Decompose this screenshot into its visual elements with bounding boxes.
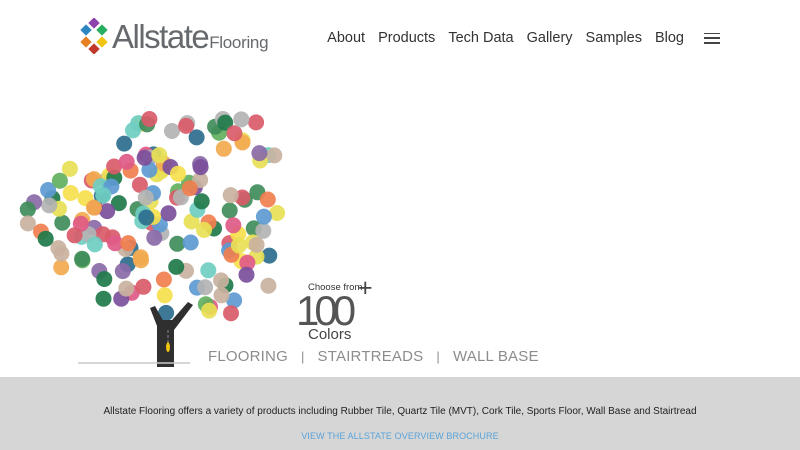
nav-about[interactable]: About [327,30,365,46]
canopy-dot [66,227,83,244]
canopy-dot [178,117,195,134]
canopy-dot [136,149,153,166]
canopy-dot [201,302,218,319]
canopy-dot [197,279,214,296]
canopy-dot [116,135,133,152]
canopy-dot [181,180,198,197]
canopy-dot [50,240,67,257]
canopy-dot [132,249,149,266]
canopy-dot [141,111,158,127]
canopy-dot [138,209,155,226]
colors-callout: Choose from 100 + Colors [296,276,387,352]
nav-samples[interactable]: Samples [586,30,642,46]
canopy-dot [137,189,154,206]
category-separator: | [436,349,440,364]
canopy-dot [51,172,68,189]
product-categories: FLOORING | STAIRTREADS | WALL BASE [208,348,539,365]
canopy-dot [62,185,79,201]
canopy-dot [200,262,217,279]
canopy-dot [248,236,265,253]
logo-sub-text: Flooring [209,33,269,52]
canopy-dot [74,250,91,267]
logo-wordmark: AllstateFlooring [112,18,269,56]
canopy-dot [160,205,177,222]
canopy-dot [41,197,58,214]
tree-canopy [19,111,286,322]
nav-tech-data[interactable]: Tech Data [448,30,513,46]
canopy-dot [223,305,239,322]
canopy-dot [182,234,199,251]
callout-colors-text: Colors [308,326,352,343]
canopy-dot [37,230,54,247]
canopy-dot [221,202,238,219]
category-flooring[interactable]: FLOORING [208,348,288,365]
canopy-dot [118,153,135,170]
canopy-dot [213,287,230,304]
canopy-dot [170,165,186,182]
canopy-dot [196,221,212,238]
canopy-dot [114,263,131,280]
canopy-dot [118,280,135,297]
hero-banner: Choose from 100 + Colors FLOORING | STAI… [0,80,800,376]
canopy-dot [222,187,239,204]
canopy-dot [95,290,112,307]
canopy-dot [135,278,152,295]
intro-band: Allstate Flooring offers a variety of pr… [0,377,800,450]
canopy-dot [156,287,173,304]
canopy-dot [168,258,185,275]
brochure-link[interactable]: VIEW THE ALLSTATE OVERVIEW BROCHURE [0,431,800,441]
canopy-dot [225,217,242,234]
canopy-dot [233,111,250,128]
hamburger-icon[interactable] [704,32,720,44]
canopy-dot [53,259,70,276]
category-separator: | [300,349,305,364]
canopy-dot [255,208,272,225]
logo-brand-text: Allstate [112,18,210,55]
main-nav: About Products Tech Data Gallery Samples… [314,30,720,46]
canopy-dot [238,266,255,283]
canopy-dot [213,272,230,289]
canopy-dot [54,214,71,231]
canopy-dot [86,236,103,253]
canopy-dot [215,140,232,157]
intro-text: Allstate Flooring offers a variety of pr… [103,406,697,417]
canopy-dot [260,277,277,294]
canopy-dot [193,193,210,210]
canopy-dot [259,191,276,208]
nav-gallery[interactable]: Gallery [527,30,573,46]
canopy-dot [146,229,163,246]
canopy-dot [169,235,186,252]
canopy-dot [96,271,113,287]
callout-plus: + [358,274,373,302]
canopy-dot [226,125,243,142]
logo-mark-icon [80,18,108,54]
canopy-dot [120,235,137,252]
canopy-dot [164,123,180,139]
canopy-dot [95,187,112,204]
canopy-dot [155,271,172,288]
canopy-dot [248,114,265,131]
canopy-dot [192,159,209,176]
canopy-dot [19,201,36,218]
category-wall-base[interactable]: WALL BASE [453,348,539,365]
canopy-dot [251,145,268,162]
nav-products[interactable]: Products [378,30,435,46]
category-stairtreads[interactable]: STAIRTREADS [318,348,424,365]
color-tree-illustration [19,111,286,367]
nav-blog[interactable]: Blog [655,30,684,46]
canopy-dot [151,147,168,164]
canopy-dot [266,147,283,164]
canopy-dot [230,237,247,254]
